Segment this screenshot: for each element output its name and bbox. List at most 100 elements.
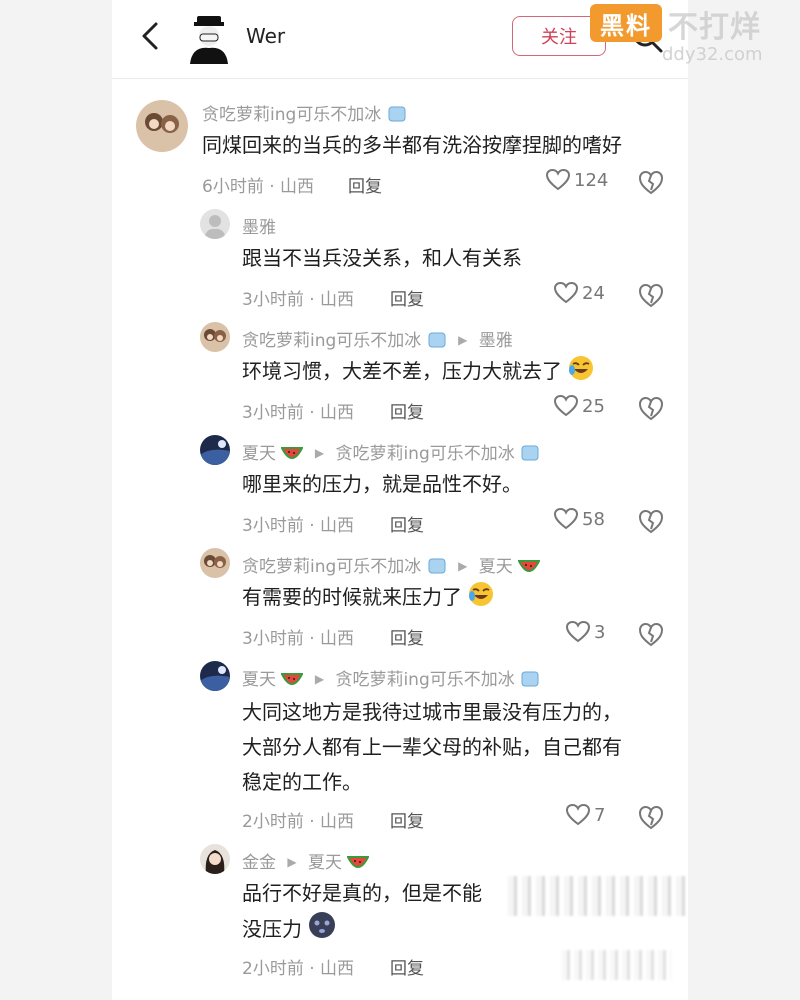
comment-user: 夏天 ▶ 贪吃萝莉ing可乐不加冰 xyxy=(242,665,540,690)
dislike-icon[interactable] xyxy=(638,169,664,195)
heart-icon xyxy=(554,508,578,530)
like-count: 7 xyxy=(594,804,606,826)
laughing-crying-emoji xyxy=(469,582,494,606)
watermark-url: ddy32.com xyxy=(662,44,763,65)
comment-time: 2小时前 · 山西 xyxy=(242,959,355,979)
username[interactable]: 贪吃萝莉ing可乐不加冰 xyxy=(202,105,381,125)
username[interactable]: 夏天 xyxy=(242,444,276,464)
heart-icon xyxy=(554,282,578,304)
reply-button[interactable]: 回复 xyxy=(348,172,382,197)
avatar[interactable] xyxy=(200,209,230,239)
heart-icon xyxy=(566,621,590,643)
laughing-crying-emoji xyxy=(569,356,594,380)
ice-emoji xyxy=(388,106,406,122)
watermelon-emoji xyxy=(281,447,304,459)
comment-user: 贪吃萝莉ing可乐不加冰 xyxy=(202,100,407,125)
comment-time: 6小时前 · 山西 xyxy=(202,177,315,197)
comment-time: 3小时前 · 山西 xyxy=(242,629,355,649)
avatar[interactable] xyxy=(200,844,230,874)
blurred-region xyxy=(562,950,672,980)
like-button[interactable]: 25 xyxy=(554,395,605,417)
like-button[interactable]: 124 xyxy=(546,169,608,191)
comment-user: 夏天 ▶ 贪吃萝莉ing可乐不加冰 xyxy=(242,439,540,464)
reply-item: 墨雅 跟当不当兵没关系，和人有关系 3小时前 · 山西 回复 24 xyxy=(112,205,688,315)
comment-time: 2小时前 · 山西 xyxy=(242,812,355,832)
username[interactable]: 金金 xyxy=(242,853,276,873)
dislike-icon[interactable] xyxy=(638,395,664,421)
ice-emoji xyxy=(428,332,446,348)
comment-page: Wer 关注 贪吃萝莉ing可乐不加冰 同煤回来的当兵的多半都有洗浴按摩捏脚的嗜… xyxy=(112,0,688,1000)
comment-text: 品行不好是真的，但是不能 没压力 xyxy=(242,881,482,941)
like-button[interactable]: 24 xyxy=(554,282,605,304)
avatar[interactable] xyxy=(200,322,230,352)
reply-to-username[interactable]: 夏天 xyxy=(308,853,342,873)
comment-user: 贪吃萝莉ing可乐不加冰 ▶ 夏天 xyxy=(242,552,541,577)
reply-to-username[interactable]: 夏天 xyxy=(479,557,513,577)
reply-arrow-icon: ▶ xyxy=(314,446,325,460)
like-count: 124 xyxy=(574,169,609,191)
ice-emoji xyxy=(521,445,539,461)
reply-button[interactable]: 回复 xyxy=(390,285,424,310)
watermelon-emoji xyxy=(347,856,370,868)
heart-icon xyxy=(554,395,578,417)
comment-text: 哪里来的压力，就是品性不好。 xyxy=(242,472,522,496)
ice-emoji xyxy=(428,558,446,574)
comment-text: 同煤回来的当兵的多半都有洗浴按摩捏脚的嗜好 xyxy=(202,133,622,157)
reply-arrow-icon: ▶ xyxy=(314,672,325,686)
dislike-icon[interactable] xyxy=(638,282,664,308)
comment-user: 墨雅 xyxy=(242,213,276,238)
reply-arrow-icon: ▶ xyxy=(458,333,468,347)
comment-text: 有需要的时候就来压力了 xyxy=(242,580,494,615)
avatar[interactable] xyxy=(200,548,230,578)
watermelon-emoji xyxy=(518,560,541,572)
reply-item: 夏天 ▶ 贪吃萝莉ing可乐不加冰 哪里来的压力，就是品性不好。 3小时前 · … xyxy=(112,431,688,541)
avatar[interactable] xyxy=(200,661,230,691)
comment-time: 3小时前 · 山西 xyxy=(242,516,355,536)
reply-item: 夏天 ▶ 贪吃萝莉ing可乐不加冰 大同这地方是我待过城市里最没有压力的， 大部… xyxy=(112,657,688,837)
dislike-icon[interactable] xyxy=(638,621,664,647)
username[interactable]: 贪吃萝莉ing可乐不加冰 xyxy=(242,331,421,351)
like-count: 25 xyxy=(582,395,605,417)
comment-text: 环境习惯，大差不差，压力大就去了 xyxy=(242,354,594,389)
back-arrow-icon[interactable] xyxy=(136,18,164,54)
like-count: 3 xyxy=(594,621,606,643)
ice-emoji xyxy=(521,671,539,687)
comment-text: 大同这地方是我待过城市里最没有压力的， 大部分人都有上一辈父母的补贴，自己都有 … xyxy=(242,700,622,794)
reply-to-username[interactable]: 贪吃萝莉ing可乐不加冰 xyxy=(335,444,514,464)
watermark-badge: 黑料 xyxy=(590,4,662,42)
comment-text: 跟当不当兵没关系，和人有关系 xyxy=(242,246,522,270)
avatar[interactable] xyxy=(200,435,230,465)
reply-button[interactable]: 回复 xyxy=(390,624,424,649)
heart-icon xyxy=(546,169,570,191)
reply-arrow-icon: ▶ xyxy=(458,559,468,573)
reply-arrow-icon: ▶ xyxy=(287,855,297,869)
watermark-text: 不打烊 xyxy=(668,10,761,45)
comment-user: 贪吃萝莉ing可乐不加冰 ▶ 墨雅 xyxy=(242,326,513,351)
reply-button[interactable]: 回复 xyxy=(390,511,424,536)
dislike-icon[interactable] xyxy=(638,508,664,534)
reply-to-username[interactable]: 墨雅 xyxy=(479,331,513,351)
like-count: 58 xyxy=(582,508,605,530)
like-button[interactable]: 58 xyxy=(554,508,605,530)
like-button[interactable]: 7 xyxy=(566,804,605,826)
comment-time: 3小时前 · 山西 xyxy=(242,403,355,423)
username[interactable]: 墨雅 xyxy=(242,218,276,238)
comment-user: 金金 ▶ 夏天 xyxy=(242,848,370,873)
reply-button[interactable]: 回复 xyxy=(390,807,424,832)
blurred-region xyxy=(508,876,688,916)
reply-to-username[interactable]: 贪吃萝莉ing可乐不加冰 xyxy=(335,670,514,690)
reply-button[interactable]: 回复 xyxy=(390,954,424,979)
heart-icon xyxy=(566,804,590,826)
avatar[interactable] xyxy=(136,100,188,152)
like-count: 24 xyxy=(582,282,605,304)
author-name[interactable]: Wer xyxy=(246,24,285,48)
reply-item: 贪吃萝莉ing可乐不加冰 ▶ 墨雅 环境习惯，大差不差，压力大就去了 3小时前 … xyxy=(112,318,688,428)
comment-item: 贪吃萝莉ing可乐不加冰 同煤回来的当兵的多半都有洗浴按摩捏脚的嗜好 6小时前 … xyxy=(112,90,688,202)
username[interactable]: 夏天 xyxy=(242,670,276,690)
dislike-icon[interactable] xyxy=(638,804,664,830)
like-button[interactable]: 3 xyxy=(566,621,605,643)
reply-item: 金金 ▶ 夏天 品行不好是真的，但是不能 没压力 2小时前 · 山西 回复 xyxy=(112,840,688,990)
reply-button[interactable]: 回复 xyxy=(390,398,424,423)
username[interactable]: 贪吃萝莉ing可乐不加冰 xyxy=(242,557,421,577)
avatar[interactable] xyxy=(184,12,234,64)
